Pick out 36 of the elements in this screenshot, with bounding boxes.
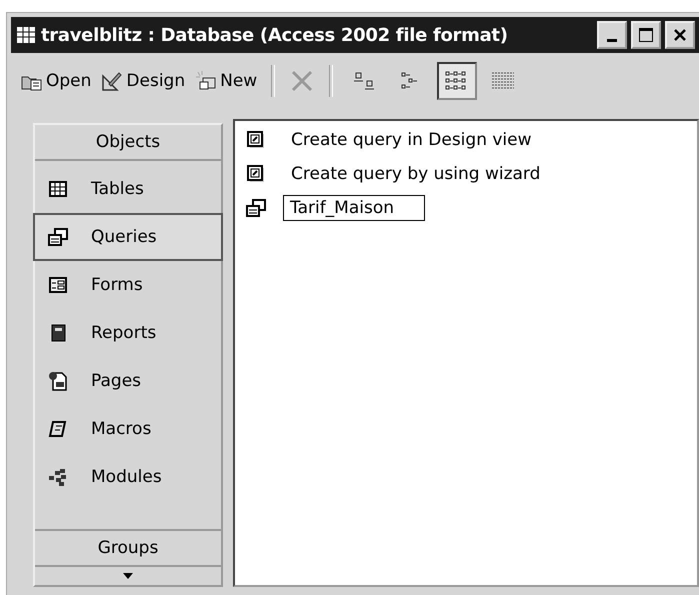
query-icon: [245, 197, 267, 219]
query-icon: [47, 226, 69, 248]
modules-icon: [47, 466, 69, 488]
close-icon: [673, 28, 687, 42]
shortcut-icon: [245, 163, 267, 185]
design-button[interactable]: Design: [99, 68, 188, 94]
object-type-item[interactable]: Pages: [33, 357, 223, 405]
scroll-icon: [47, 418, 69, 440]
maximize-icon: [638, 27, 654, 43]
list-item[interactable]: Create query by using wizard: [291, 164, 540, 184]
maximize-button[interactable]: [631, 21, 661, 49]
form-icon: [47, 274, 69, 296]
open-button[interactable]: Open: [19, 68, 94, 94]
object-type-item[interactable]: Reports: [33, 309, 223, 357]
ruler-pencil-icon: [101, 70, 124, 92]
new-object-icon: [195, 70, 218, 92]
list-item[interactable]: Create query in Design view: [291, 130, 532, 150]
database-icon: [15, 24, 37, 46]
table-icon: [47, 178, 69, 200]
object-type-item[interactable]: Macros: [33, 405, 223, 453]
caret-down-icon: [123, 573, 133, 579]
minimize-button[interactable]: [597, 21, 627, 49]
close-button[interactable]: [665, 21, 695, 49]
object-type-item[interactable]: Modules: [33, 453, 223, 501]
object-type-item[interactable]: Queries: [33, 213, 223, 261]
objects-header[interactable]: Objects: [35, 125, 221, 161]
page-icon: [47, 370, 69, 392]
object-type-item[interactable]: Forms: [33, 261, 223, 309]
list-view-button[interactable]: [437, 62, 478, 100]
minimize-icon: [607, 38, 617, 42]
object-type-item[interactable]: Tables: [33, 165, 223, 213]
new-button[interactable]: New: [193, 68, 260, 94]
groups-header[interactable]: Groups: [35, 529, 221, 567]
window-title: travelblitz : Database (Access 2002 file format): [41, 24, 509, 46]
shortcut-icon: [245, 129, 267, 151]
rename-field[interactable]: Tarif_Maison: [283, 195, 426, 221]
